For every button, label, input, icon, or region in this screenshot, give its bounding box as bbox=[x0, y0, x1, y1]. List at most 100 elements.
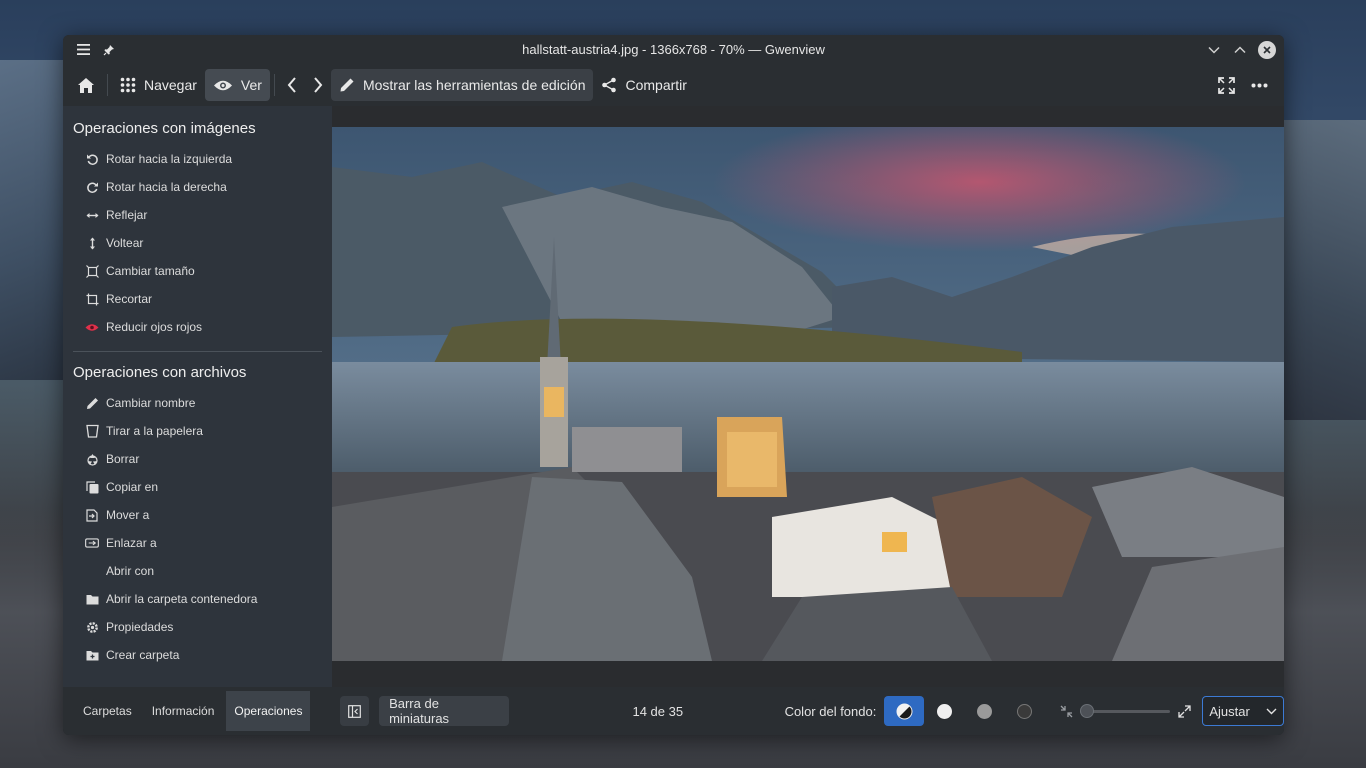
delete-icon bbox=[85, 452, 99, 466]
copy-icon bbox=[85, 480, 99, 494]
op-resize[interactable]: Cambiar tamaño bbox=[63, 257, 332, 285]
op-label: Rotar hacia la izquierda bbox=[106, 152, 233, 166]
bg-white-option[interactable] bbox=[924, 696, 964, 726]
op-delete[interactable]: Borrar bbox=[63, 445, 332, 473]
hamburger-menu-icon[interactable] bbox=[75, 42, 91, 58]
browse-label: Navegar bbox=[144, 77, 197, 93]
file-ops-title: Operaciones con archivos bbox=[73, 364, 247, 381]
view-label: Ver bbox=[240, 77, 262, 93]
op-label: Cambiar nombre bbox=[106, 396, 196, 410]
op-rename[interactable]: Cambiar nombre bbox=[63, 389, 332, 417]
status-bar: Barra de miniaturas 14 de 35 Color del f… bbox=[332, 687, 1284, 735]
op-label: Borrar bbox=[106, 452, 140, 466]
photo-hallstatt bbox=[332, 127, 1284, 661]
move-icon bbox=[85, 508, 99, 522]
link-icon bbox=[85, 536, 99, 550]
zoom-slider[interactable] bbox=[1080, 703, 1171, 719]
bg-dark-option[interactable] bbox=[1004, 696, 1044, 726]
more-icon bbox=[1251, 83, 1268, 87]
edit-tools-label: Mostrar las herramientas de edición bbox=[362, 77, 586, 93]
home-button[interactable] bbox=[69, 69, 103, 101]
op-label: Reflejar bbox=[106, 208, 148, 222]
zoom-controls bbox=[1058, 703, 1192, 719]
op-copy[interactable]: Copiar en bbox=[63, 473, 332, 501]
tab-operations[interactable]: Operaciones bbox=[226, 691, 311, 731]
maximize-chevron-icon[interactable] bbox=[1232, 42, 1248, 58]
slider-handle[interactable] bbox=[1080, 704, 1095, 718]
title-bar: hallstatt-austria4.jpg - 1366x768 - 70% … bbox=[63, 35, 1284, 64]
bg-auto-option[interactable] bbox=[884, 696, 925, 726]
desktop-mountain-right bbox=[1276, 120, 1366, 420]
op-red-eye[interactable]: Reducir ojos rojos bbox=[63, 313, 332, 341]
op-rotate-right[interactable]: Rotar hacia la derecha bbox=[63, 173, 332, 201]
tab-information[interactable]: Información bbox=[144, 691, 223, 731]
next-button[interactable] bbox=[305, 69, 331, 101]
crop-icon bbox=[85, 292, 99, 306]
gwenview-window: hallstatt-austria4.jpg - 1366x768 - 70% … bbox=[63, 35, 1284, 735]
op-label: Copiar en bbox=[106, 480, 159, 494]
toggle-sidebar-button[interactable] bbox=[340, 696, 370, 726]
close-icon bbox=[1263, 45, 1271, 54]
op-open-with[interactable]: Abrir con bbox=[63, 557, 332, 585]
home-icon bbox=[78, 77, 94, 93]
op-crop[interactable]: Recortar bbox=[63, 285, 332, 313]
op-label: Cambiar tamaño bbox=[106, 264, 195, 278]
op-label: Recortar bbox=[106, 292, 153, 306]
thumbnail-bar-button[interactable]: Barra de miniaturas bbox=[379, 696, 510, 726]
browse-button[interactable]: Navegar bbox=[112, 69, 205, 101]
open-with-placeholder bbox=[85, 564, 99, 578]
zoom-mode-value: Ajustar bbox=[1209, 703, 1250, 719]
mirror-icon bbox=[85, 208, 99, 222]
zoom-out-icon[interactable] bbox=[1058, 703, 1074, 719]
rotate-left-icon bbox=[85, 152, 99, 166]
op-label: Mover a bbox=[106, 508, 150, 522]
chevron-down-icon bbox=[1266, 708, 1277, 715]
op-properties[interactable]: Propiedades bbox=[63, 613, 332, 641]
minimize-chevron-icon[interactable] bbox=[1206, 42, 1222, 58]
folder-icon bbox=[85, 592, 99, 606]
tab-label: Operaciones bbox=[234, 704, 303, 718]
operations-sidebar: Operaciones con imágenes Rotar hacia la … bbox=[63, 106, 332, 687]
tab-label: Información bbox=[151, 704, 215, 718]
sidebar-tabs: Carpetas Información Operaciones bbox=[63, 687, 332, 735]
op-trash[interactable]: Tirar a la papelera bbox=[63, 417, 332, 445]
op-label: Abrir con bbox=[106, 564, 155, 578]
chevron-right-icon bbox=[314, 77, 323, 93]
pencil-icon bbox=[340, 78, 354, 92]
op-move[interactable]: Mover a bbox=[63, 501, 332, 529]
op-new-folder[interactable]: Crear carpeta bbox=[63, 641, 332, 669]
zoom-in-icon[interactable] bbox=[1176, 703, 1192, 719]
eye-icon bbox=[213, 80, 232, 90]
edit-tools-button[interactable]: Mostrar las herramientas de edición bbox=[330, 69, 594, 101]
main-content: Operaciones con imágenes Rotar hacia la … bbox=[63, 106, 1284, 735]
properties-icon bbox=[85, 620, 99, 634]
tab-label: Carpetas bbox=[83, 704, 132, 718]
op-label: Rotar hacia la derecha bbox=[106, 180, 227, 194]
more-options-button[interactable] bbox=[1243, 69, 1276, 101]
zoom-mode-combobox[interactable]: Ajustar bbox=[1202, 696, 1284, 726]
image-viewer[interactable] bbox=[332, 106, 1284, 687]
fullscreen-icon bbox=[1218, 76, 1235, 94]
desktop-mountain-left bbox=[0, 60, 70, 380]
share-button[interactable]: Compartir bbox=[593, 69, 694, 101]
dark-dot-icon bbox=[1016, 703, 1032, 719]
tab-folders[interactable]: Carpetas bbox=[75, 691, 140, 731]
op-mirror[interactable]: Reflejar bbox=[63, 201, 332, 229]
rename-icon bbox=[85, 396, 99, 410]
view-button[interactable]: Ver bbox=[204, 69, 270, 101]
pin-icon[interactable] bbox=[101, 42, 117, 58]
op-label: Tirar a la papelera bbox=[106, 424, 203, 438]
op-flip[interactable]: Voltear bbox=[63, 229, 332, 257]
previous-button[interactable] bbox=[279, 69, 305, 101]
op-rotate-left[interactable]: Rotar hacia la izquierda bbox=[63, 145, 332, 173]
red-eye-icon bbox=[85, 320, 99, 334]
bg-gray-option[interactable] bbox=[964, 696, 1004, 726]
rotate-right-icon bbox=[85, 180, 99, 194]
op-label: Crear carpeta bbox=[106, 648, 180, 662]
close-button[interactable] bbox=[1258, 40, 1276, 59]
op-open-folder[interactable]: Abrir la carpeta contenedora bbox=[63, 585, 332, 613]
sidebar-toggle-icon bbox=[348, 704, 361, 718]
op-link[interactable]: Enlazar a bbox=[63, 529, 332, 557]
toolbar-separator bbox=[273, 74, 275, 96]
fullscreen-button[interactable] bbox=[1210, 69, 1243, 101]
